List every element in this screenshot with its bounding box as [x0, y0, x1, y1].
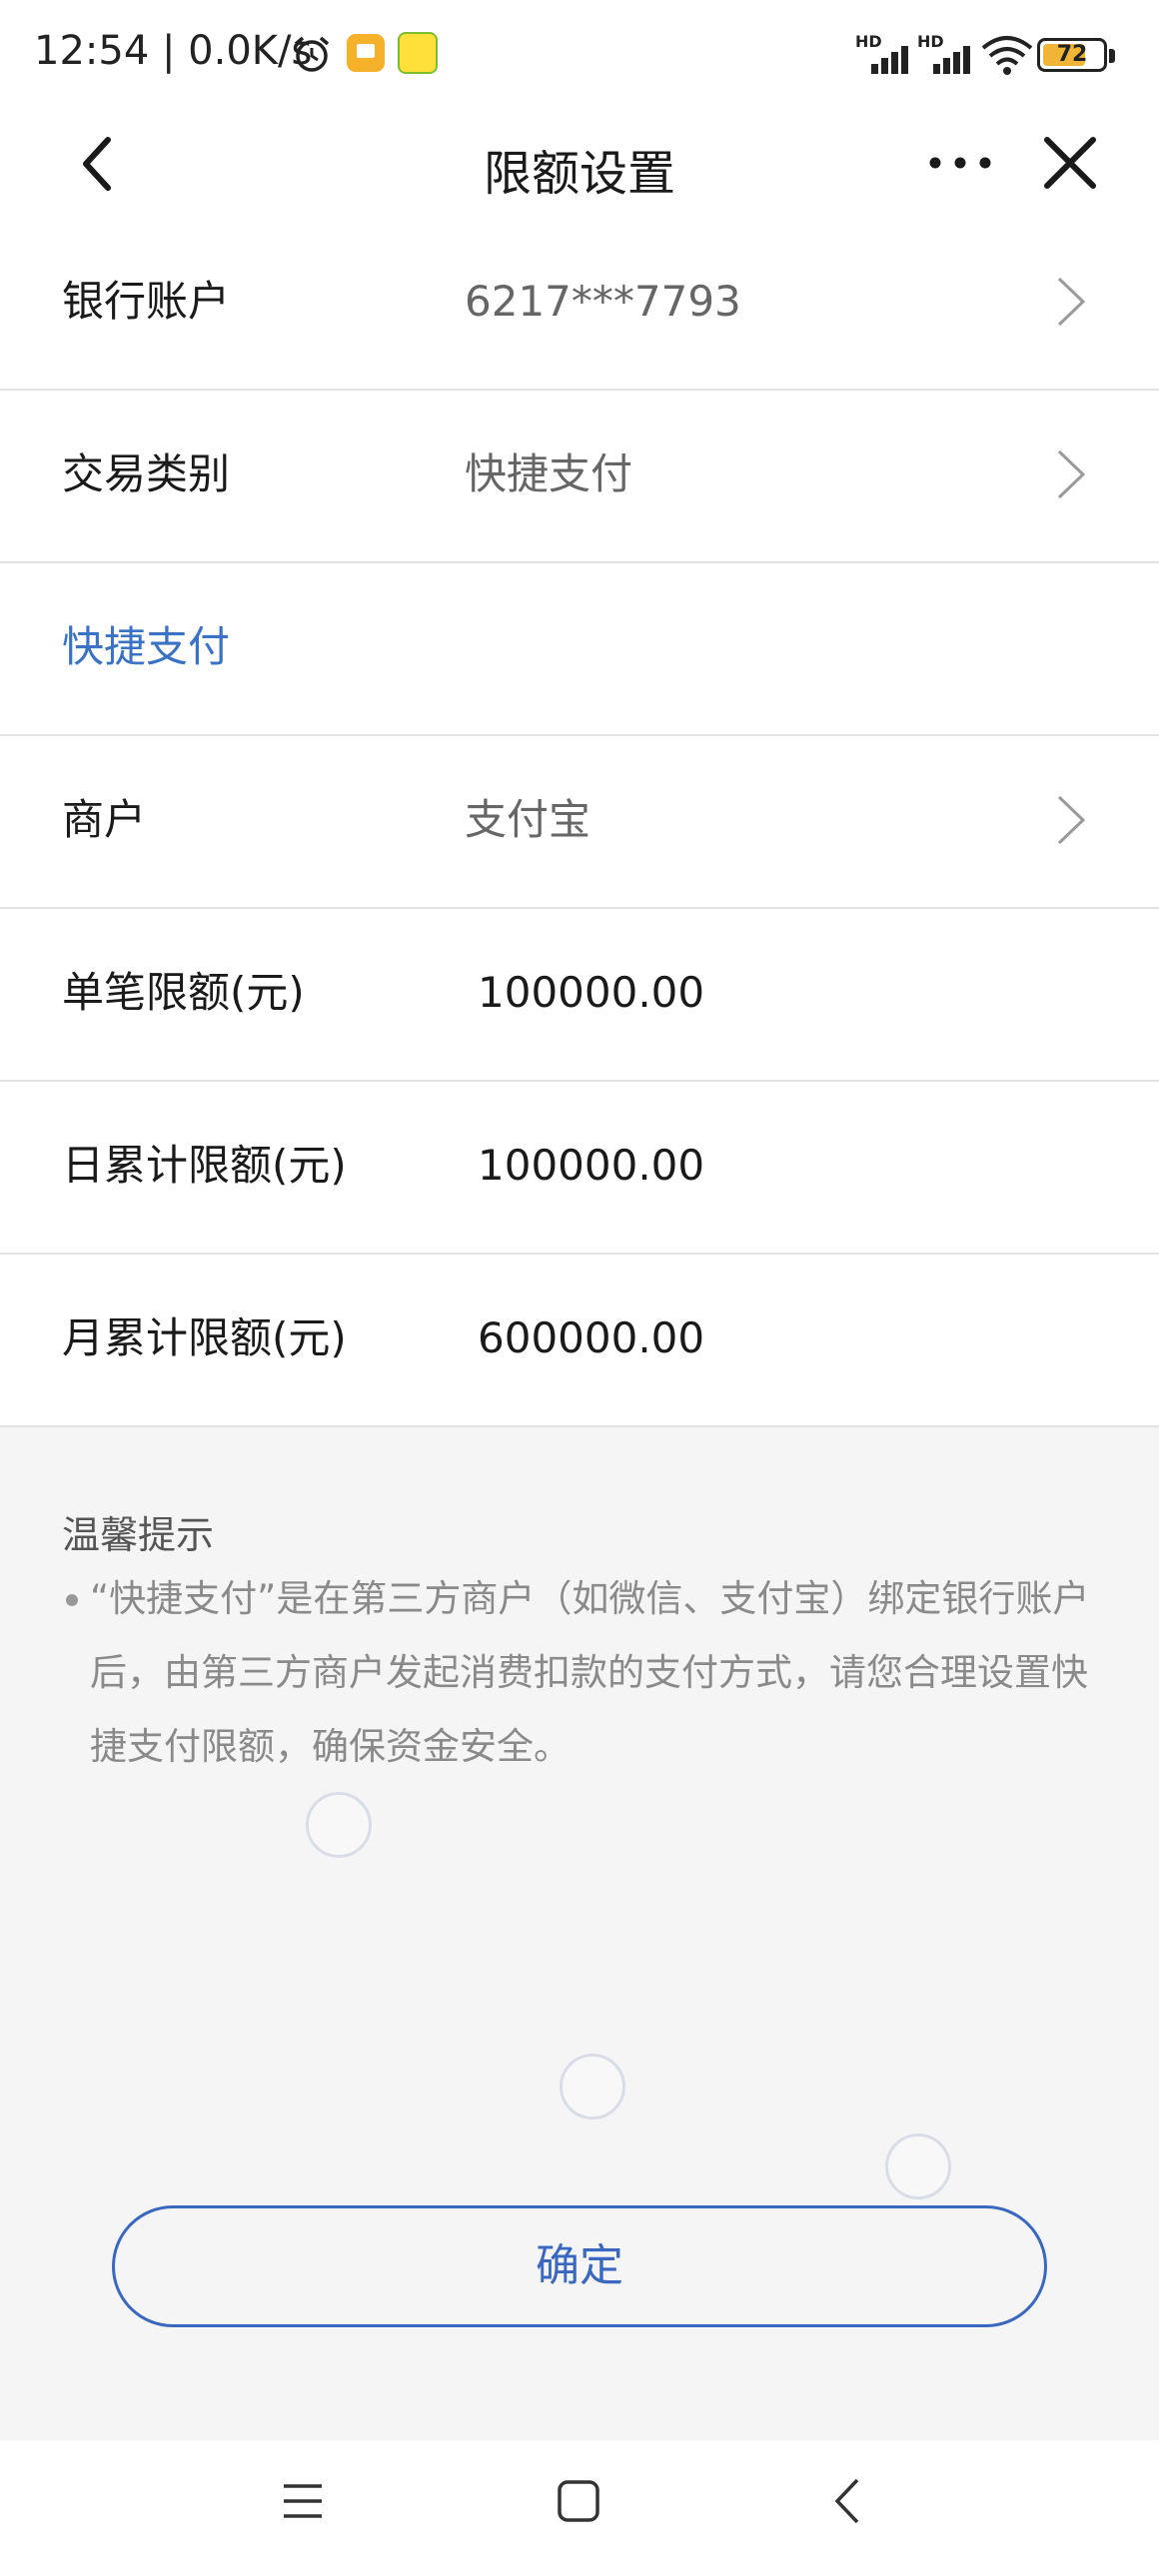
status-right-cluster: HD HD 72 [855, 30, 1115, 80]
touch-indicator [306, 1792, 372, 1858]
battery-tip [1109, 49, 1115, 63]
single-limit-input[interactable]: 100000.00 [478, 909, 704, 1077]
close-icon[interactable] [1041, 134, 1099, 192]
touch-indicator [560, 2054, 625, 2120]
merchant-row[interactable]: 商户 支付宝 [0, 736, 1159, 909]
monthly-limit-row: 月累计限额(元) 600000.00 [0, 1255, 1159, 1427]
menu-icon[interactable] [280, 2478, 326, 2524]
tips-title: 温馨提示 [62, 1513, 215, 1557]
monthly-limit-label: 月累计限额(元) [62, 1313, 347, 1362]
section-title: 快捷支付 [62, 622, 231, 671]
tips-text: “快捷支付”是在第三方商户（如微信、支付宝）绑定银行账户后，由第三方商户发起消费… [90, 1577, 1090, 1768]
daily-limit-label: 日累计限额(元) [62, 1141, 347, 1190]
hd-signal-icon: HD [855, 32, 909, 74]
transaction-type-row[interactable]: 交易类别 快捷支付 [0, 391, 1159, 563]
hd-signal-icon: HD [917, 32, 971, 74]
hd-label: HD [855, 32, 882, 51]
battery-level: 72 [1056, 42, 1088, 67]
merchant-label: 商户 [62, 795, 147, 844]
bank-account-value: 6217***7793 [465, 277, 741, 326]
bank-account-row[interactable]: 银行账户 6217***7793 [0, 218, 1159, 391]
confirm-button[interactable]: 确定 [112, 2205, 1047, 2327]
status-bar: 12:54 | 0.0K/s HD HD 72 [0, 0, 1159, 108]
alarm-icon [294, 36, 330, 72]
settings-list: 银行账户 6217***7793 交易类别 快捷支付 快捷支付 商户 支付宝 单… [0, 218, 1159, 1427]
more-dots-icon[interactable] [925, 138, 995, 188]
single-limit-label: 单笔限额(元) [62, 968, 305, 1017]
transaction-type-value: 快捷支付 [465, 449, 633, 498]
status-time: 12:54 | 0.0K/s [34, 28, 313, 74]
chevron-right-icon [1057, 449, 1086, 499]
hd-label: HD [917, 32, 944, 51]
section-header-row: 快捷支付 [0, 563, 1159, 736]
app-notification-icon [347, 34, 385, 72]
home-icon[interactable] [556, 2478, 601, 2524]
bullet-dot [66, 1594, 78, 1606]
app-notification-icon-2 [398, 32, 438, 74]
back-icon[interactable] [825, 2476, 871, 2526]
merchant-value: 支付宝 [465, 795, 591, 844]
bank-account-label: 银行账户 [62, 277, 231, 326]
chevron-right-icon [1057, 277, 1086, 327]
transaction-type-label: 交易类别 [62, 449, 231, 498]
monthly-limit-input[interactable]: 600000.00 [478, 1255, 704, 1422]
single-limit-row: 单笔限额(元) 100000.00 [0, 909, 1159, 1082]
daily-limit-input[interactable]: 100000.00 [478, 1082, 704, 1250]
battery-icon: 72 [1037, 38, 1107, 72]
system-nav-bar [0, 2440, 1159, 2576]
wifi-icon [981, 36, 1033, 75]
touch-indicator [885, 2134, 951, 2199]
nav-bar: 限额设置 [0, 108, 1159, 218]
daily-limit-row: 日累计限额(元) 100000.00 [0, 1082, 1159, 1255]
chevron-right-icon [1057, 795, 1086, 845]
